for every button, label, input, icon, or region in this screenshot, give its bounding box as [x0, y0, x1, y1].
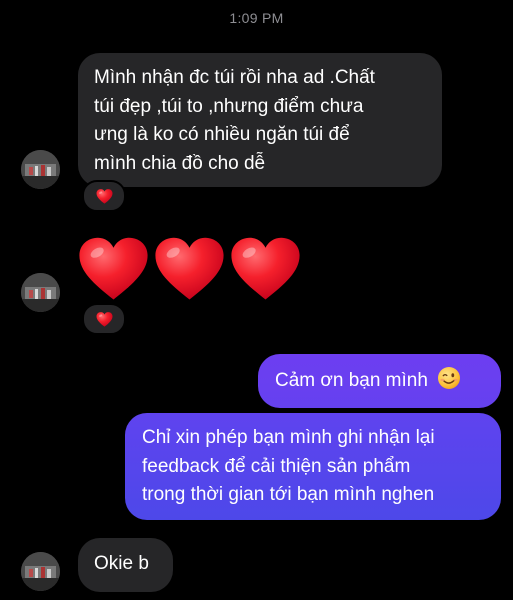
winking-face-icon	[438, 367, 461, 389]
heart-icon	[230, 236, 301, 302]
emoji-message[interactable]	[78, 236, 301, 302]
incoming-message-bubble[interactable]: Okie b	[78, 538, 173, 592]
message-text-line: trong thời gian tới bạn mình nghen	[142, 484, 435, 505]
heart-icon	[96, 312, 113, 327]
incoming-message-bubble[interactable]: Mình nhận đc túi rồi nha ad .Chất túi đẹ…	[78, 53, 442, 187]
contact-avatar[interactable]	[21, 150, 60, 189]
outgoing-message-bubble[interactable]: Cảm ơn bạn mình	[258, 354, 501, 408]
heart-reaction[interactable]	[82, 303, 126, 335]
message-text: Cảm ơn bạn mình	[275, 370, 428, 391]
message-text-line: mình chia đồ cho dễ	[94, 152, 266, 174]
contact-avatar[interactable]	[21, 273, 60, 312]
message-text-line: feedback để cải thiện sản phẩm	[142, 455, 411, 477]
message-text-line: túi đẹp ,túi to ,nhưng điểm chưa	[94, 95, 364, 117]
outgoing-message-bubble[interactable]: Chỉ xin phép bạn mình ghi nhận lại feedb…	[125, 413, 501, 520]
message-text-line: Mình nhận đc túi rồi nha ad .Chất	[94, 67, 375, 88]
message-text: Okie b	[94, 553, 149, 574]
heart-reaction[interactable]	[82, 180, 126, 212]
heart-icon	[78, 236, 149, 302]
message-text-line: Chỉ xin phép bạn mình ghi nhận lại	[142, 427, 435, 448]
message-text-line: ưng là ko có nhiều ngăn túi để	[94, 124, 350, 145]
message-timestamp: 1:09 PM	[229, 10, 284, 26]
heart-icon	[154, 236, 225, 302]
contact-avatar[interactable]	[21, 552, 60, 591]
heart-icon	[96, 189, 113, 204]
